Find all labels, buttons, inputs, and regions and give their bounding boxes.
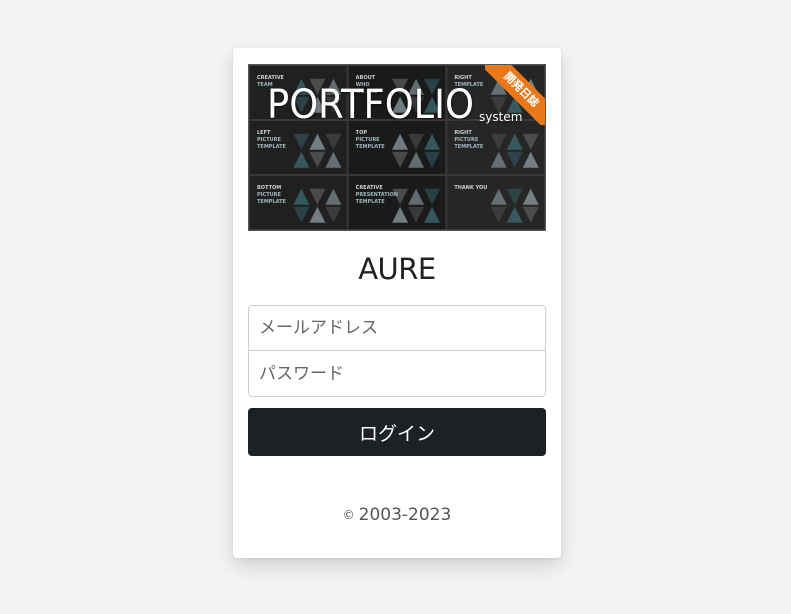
thumbnail-label: TEMPLATE	[257, 144, 287, 150]
copyright-footer: © 2003-2023	[233, 505, 561, 525]
thumbnail-label: THANK YOU	[454, 185, 487, 191]
portfolio-banner: CREATIVE TEAM ABOUT WHO WE ARE RIGHT TEMPLATE L…	[248, 64, 546, 231]
thumbnail-label: RIGHT	[454, 130, 472, 136]
thumbnail-label: PICTURE	[454, 137, 479, 143]
ribbon-wrapper: 開発日誌	[485, 65, 545, 125]
banner-thumbnail: LEFTPICTURETEMPLATE	[249, 120, 348, 175]
banner-thumbnail: RIGHTPICTURETEMPLATE	[446, 120, 545, 175]
thumbnail-label: PICTURE	[257, 137, 282, 143]
copyright-symbol: ©	[342, 508, 355, 522]
thumbnail-label: TEMPLATE	[257, 199, 287, 205]
dev-diary-ribbon: 開発日誌	[485, 65, 545, 125]
thumbnail-label: RIGHT	[454, 75, 472, 81]
password-field[interactable]	[248, 351, 546, 397]
thumbnail-label: LEFT	[257, 130, 271, 136]
thumbnail-label: TEMPLATE	[356, 199, 386, 205]
banner-thumbnail: BOTTOMPICTURETEMPLATE	[249, 175, 348, 230]
thumbnail-label: ABOUT	[356, 75, 376, 81]
thumbnail-label: TEMPLATE	[454, 144, 484, 150]
login-button[interactable]: ログイン	[248, 408, 546, 456]
banner-thumbnail: THANK YOU	[446, 175, 545, 230]
thumbnail-label: CREATIVE	[257, 75, 285, 81]
thumbnail-label: TOP	[356, 130, 368, 136]
thumbnail-label: TEMPLATE	[356, 144, 386, 150]
thumbnail-label: CREATIVE	[356, 185, 384, 191]
copyright-years: 2003-2023	[358, 505, 452, 525]
email-field[interactable]	[248, 305, 546, 351]
thumbnail-label: PRESENTATION	[356, 192, 398, 198]
thumbnail-label: BOTTOM	[257, 185, 281, 191]
banner-thumbnail: TOPPICTURETEMPLATE	[347, 120, 447, 175]
banner-title: PORTFOLIO	[267, 82, 474, 128]
login-card: CREATIVE TEAM ABOUT WHO WE ARE RIGHT TEMPLATE L…	[233, 48, 561, 558]
thumbnail-label: PICTURE	[257, 192, 282, 198]
banner-thumbnail: CREATIVEPRESENTATIONTEMPLATE	[347, 175, 447, 230]
thumbnail-label: PICTURE	[356, 137, 381, 143]
app-title: AURE	[358, 252, 436, 286]
